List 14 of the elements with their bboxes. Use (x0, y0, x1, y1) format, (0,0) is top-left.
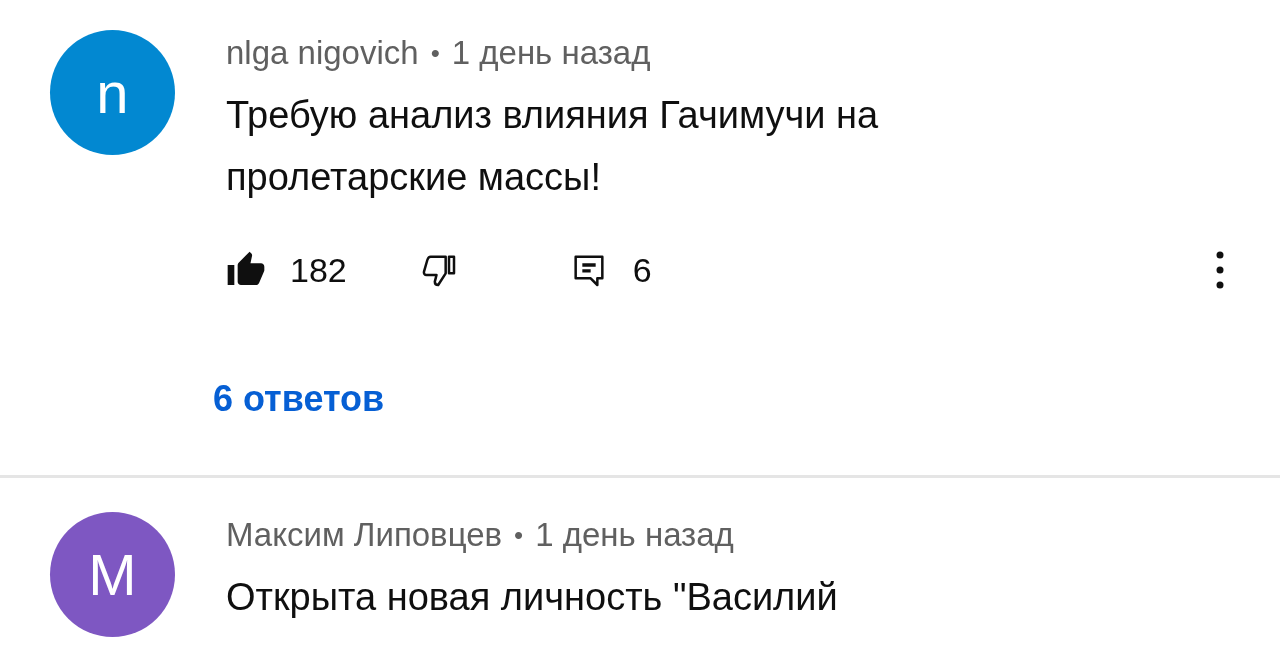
separator-dot: • (514, 519, 524, 552)
avatar[interactable]: M (50, 512, 175, 637)
more-options-icon[interactable] (1216, 250, 1224, 290)
comment-text: Требую анализ влияния Гачимучи на пролетарские массы! (226, 93, 880, 200)
author-name: nlga nigovich (226, 34, 419, 72)
comment-text: Открыта новая личность "Василий (226, 575, 839, 620)
avatar[interactable]: n (50, 30, 175, 155)
separator-dot: • (430, 37, 440, 70)
like-count: 182 (290, 250, 347, 290)
reply-count: 6 (632, 250, 652, 290)
replies-link[interactable]: 6 ответов (213, 378, 385, 420)
timestamp: 1 день назад (451, 34, 651, 72)
timestamp: 1 день назад (535, 516, 734, 554)
author-name: Максим Липовцев (226, 516, 503, 554)
